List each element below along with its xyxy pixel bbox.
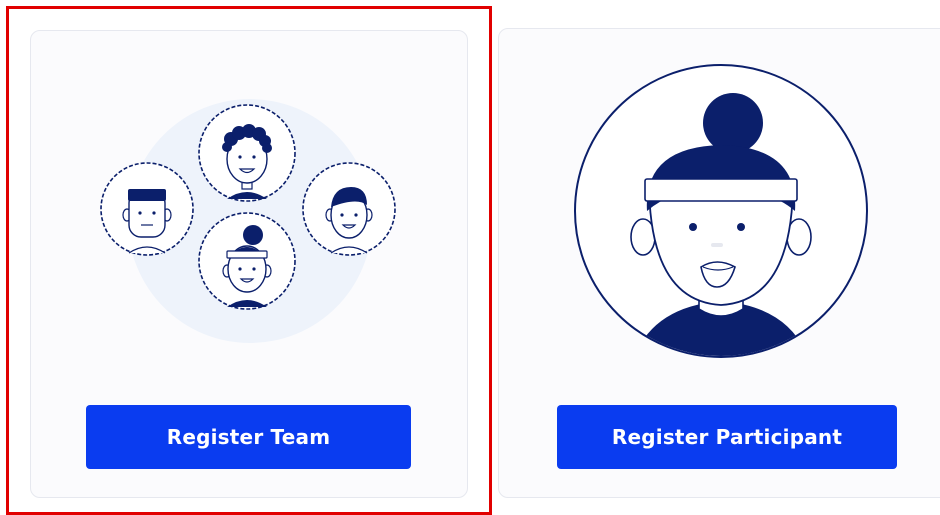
participant-avatar-icon — [574, 64, 868, 358]
register-participant-card[interactable]: Register Participant — [498, 28, 940, 498]
register-team-button[interactable]: Register Team — [86, 405, 411, 469]
team-avatars-icon — [100, 99, 396, 343]
register-team-card[interactable]: Register Team — [30, 30, 468, 498]
register-participant-button[interactable]: Register Participant — [557, 405, 897, 469]
